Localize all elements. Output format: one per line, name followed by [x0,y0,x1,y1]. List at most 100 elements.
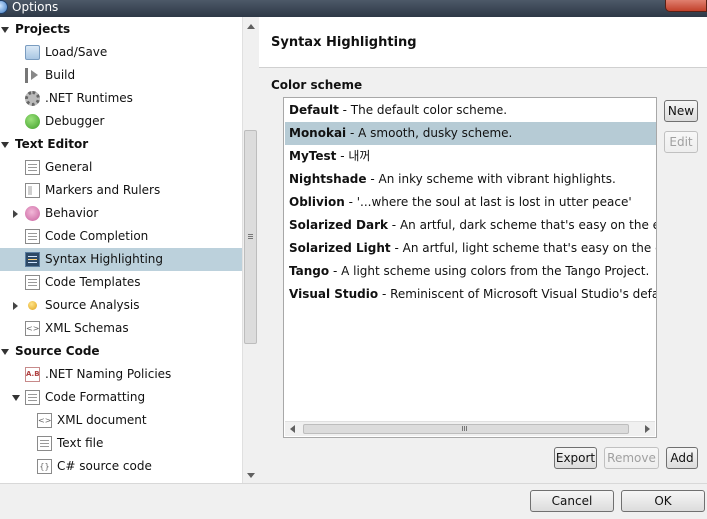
expand-arrow-icon[interactable] [1,142,9,148]
tree-item-text-file[interactable]: Text file [0,432,242,455]
markers-icon [25,183,40,198]
tree-group-projects[interactable]: Projects [0,18,242,41]
tree-item-behavior[interactable]: Behavior [0,202,242,225]
tree-item-code-templates[interactable]: Code Templates [0,271,242,294]
tree-item-code-completion[interactable]: Code Completion [0,225,242,248]
window-title: Options [12,0,59,14]
expand-arrow-icon[interactable] [13,302,18,310]
syntax-highlighting-icon [25,252,40,267]
grip-icon [248,234,253,235]
scheme-description: - 내꺼 [336,149,371,163]
gear-icon [25,91,40,106]
load-save-icon [25,45,40,60]
options-tree: Projects Load/Save Build .NET Runtimes D… [0,17,258,483]
document-icon [37,436,52,451]
tree-label: Projects [15,22,71,36]
list-item[interactable]: MyTest - 내꺼 [285,145,656,168]
bug-icon [25,114,40,129]
scheme-description: - A smooth, dusky scheme. [346,126,513,140]
list-item[interactable]: Visual Studio - Reminiscent of Microsoft… [285,283,656,306]
scroll-down-arrow-icon[interactable] [247,473,255,478]
scheme-description: - A light scheme using colors from the T… [329,264,650,278]
tree-group-text-editor[interactable]: Text Editor [0,133,242,156]
scheme-description: - The default color scheme. [338,103,508,117]
scroll-right-arrow-icon[interactable] [645,425,650,433]
tree-item-markers-and-rulers[interactable]: Markers and Rulers [0,179,242,202]
list-item[interactable]: Solarized Light - An artful, light schem… [285,237,656,260]
tree-group-source-code[interactable]: Source Code [0,340,242,363]
scheme-name: Visual Studio [289,287,379,301]
color-scheme-label: Color scheme [271,78,363,92]
expand-arrow-icon[interactable] [13,210,18,218]
tree-label: XML Schemas [45,321,129,335]
expand-arrow-icon[interactable] [12,395,20,401]
scheme-name: MyTest [289,149,337,163]
scheme-name: Nightshade [289,172,367,186]
scroll-up-arrow-icon[interactable] [247,24,255,29]
list-item[interactable]: Nightshade - An inky scheme with vibrant… [285,168,656,191]
tree-item-debugger[interactable]: Debugger [0,110,242,133]
list-item[interactable]: Monokai - A smooth, dusky scheme. [285,122,656,145]
list-item[interactable]: Default - The default color scheme. [285,99,656,122]
document-icon [25,229,40,244]
build-icon [25,68,40,83]
code-icon: <> [25,321,40,336]
tree-item-load-save[interactable]: Load/Save [0,41,242,64]
tree-label: Source Code [15,344,100,358]
tree-label: Load/Save [45,45,108,59]
tree-scrollbar[interactable] [242,17,258,483]
scheme-description: - Reminiscent of Microsoft Visual Studio… [381,287,656,301]
ok-button[interactable]: OK [621,490,705,512]
tree-label: Code Completion [45,229,149,243]
tree-item-source-analysis[interactable]: Source Analysis [0,294,242,317]
new-scheme-button[interactable]: New [664,100,698,122]
tree-label: Code Formatting [45,390,146,404]
document-icon [25,390,40,405]
brain-icon [25,206,40,221]
expand-arrow-icon[interactable] [1,349,9,355]
scheme-name: Solarized Light [289,241,391,255]
scheme-name: Oblivion [289,195,345,209]
tree-label: Behavior [45,206,99,220]
tree-item-net-naming-policies[interactable]: A.B .NET Naming Policies [0,363,242,386]
close-window-button[interactable] [665,0,707,12]
tree-label: Code Templates [45,275,141,289]
export-button[interactable]: Export [554,447,597,469]
document-icon [25,160,40,175]
scheme-description: - An artful, light scheme that's easy on… [394,241,656,255]
tree-item-csharp-source-code[interactable]: {} C# source code [0,455,242,478]
list-item[interactable]: Tango - A light scheme using colors from… [285,260,656,283]
list-horizontal-scrollbar[interactable] [285,421,655,436]
tree-item-general[interactable]: General [0,156,242,179]
tree-label: C# source code [57,459,152,473]
list-item[interactable]: Solarized Dark - An artful, dark scheme … [285,214,656,237]
edit-scheme-button[interactable]: Edit [664,131,698,153]
scheme-name: Monokai [289,126,347,140]
scrollbar-thumb[interactable] [303,424,629,434]
app-icon [0,0,8,14]
dot-icon [28,301,37,310]
tree-item-code-formatting[interactable]: Code Formatting [0,386,242,409]
cancel-button[interactable]: Cancel [530,490,614,512]
expand-arrow-icon[interactable] [1,27,9,33]
tree-item-xml-document[interactable]: <> XML document [0,409,242,432]
tree-item-net-runtimes[interactable]: .NET Runtimes [0,87,242,110]
scheme-description: - An inky scheme with vibrant highlights… [366,172,616,186]
grip-icon [462,426,463,431]
add-button[interactable]: Add [666,447,698,469]
tree-label: Markers and Rulers [45,183,161,197]
scrollbar-thumb[interactable] [244,130,257,344]
remove-button[interactable]: Remove [604,447,659,469]
tree-item-syntax-highlighting[interactable]: Syntax Highlighting [0,248,242,271]
tree-label: .NET Naming Policies [45,367,172,381]
list-item[interactable]: Oblivion - '...where the soul at last is… [285,191,656,214]
tree-label: Source Analysis [45,298,140,312]
color-scheme-list[interactable]: Default - The default color scheme. Mono… [283,97,657,438]
tree-item-build[interactable]: Build [0,64,242,87]
document-icon [25,275,40,290]
scheme-description: - '...where the soul at last is lost in … [344,195,632,209]
scheme-name: Tango [289,264,330,278]
tree-label: XML document [57,413,147,427]
scroll-left-arrow-icon[interactable] [290,425,295,433]
tree-item-xml-schemas[interactable]: <> XML Schemas [0,317,242,340]
